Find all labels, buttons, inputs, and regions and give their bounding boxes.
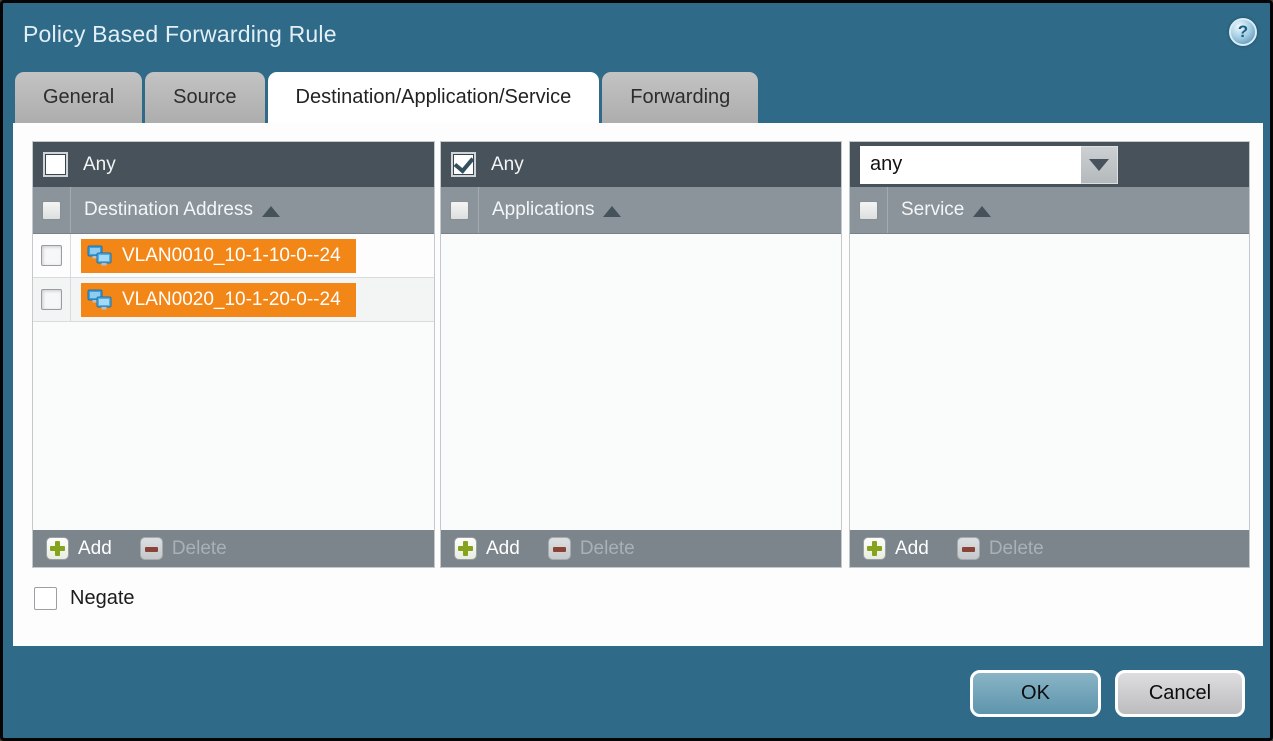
tab-source[interactable]: Source [145, 72, 264, 123]
service-dropdown-header: any [850, 142, 1249, 187]
tab-bar: General Source Destination/Application/S… [15, 72, 758, 123]
service-column-title: Service [901, 199, 964, 221]
service-select-all-checkbox[interactable] [859, 201, 878, 220]
add-button[interactable]: Add [454, 537, 520, 560]
network-address-icon [87, 288, 114, 312]
applications-column-title: Applications [492, 199, 594, 221]
add-icon [454, 537, 477, 560]
applications-column-header: Applications [441, 187, 841, 234]
destination-any-header: Any [33, 142, 434, 187]
page-title: Policy Based Forwarding Rule [23, 21, 337, 48]
destination-address-list: VLAN0010_10-1-10-0--24 [33, 234, 434, 530]
row-checkbox[interactable] [41, 289, 62, 310]
destination-address-item[interactable]: VLAN0010_10-1-10-0--24 [81, 239, 356, 273]
applications-footer: Add Delete [441, 530, 841, 567]
destination-address-label: VLAN0020_10-1-20-0--24 [122, 289, 341, 311]
sort-ascending-icon[interactable] [262, 206, 280, 217]
applications-list [441, 234, 841, 530]
applications-select-all-checkbox[interactable] [450, 201, 469, 220]
applications-any-checkbox[interactable] [451, 152, 476, 177]
service-list [850, 234, 1249, 530]
tab-forwarding[interactable]: Forwarding [602, 72, 758, 123]
delete-icon [548, 537, 571, 560]
tab-content: Any Destination Address [13, 123, 1263, 646]
cancel-button[interactable]: Cancel [1115, 670, 1245, 717]
tab-general[interactable]: General [15, 72, 142, 123]
delete-icon [957, 537, 980, 560]
applications-panel: Any Applications Add Delete [440, 141, 842, 568]
destination-address-label: VLAN0010_10-1-10-0--24 [122, 245, 341, 267]
table-row: VLAN0010_10-1-10-0--24 [33, 234, 434, 278]
destination-address-panel: Any Destination Address [32, 141, 435, 568]
delete-button[interactable]: Delete [548, 537, 635, 560]
service-type-dropdown[interactable]: any [860, 146, 1118, 184]
applications-any-header: Any [441, 142, 841, 187]
sort-ascending-icon[interactable] [973, 206, 991, 217]
row-checkbox[interactable] [41, 245, 62, 266]
add-icon [863, 537, 886, 560]
chevron-down-icon [1089, 159, 1109, 171]
destination-address-item[interactable]: VLAN0020_10-1-20-0--24 [81, 283, 356, 317]
help-icon[interactable]: ? [1229, 18, 1257, 46]
policy-based-forwarding-dialog: Policy Based Forwarding Rule ? General S… [0, 0, 1273, 741]
service-type-value[interactable]: any [860, 146, 1081, 184]
tab-destination-application-service[interactable]: Destination/Application/Service [268, 72, 600, 123]
dropdown-button[interactable] [1081, 146, 1118, 184]
delete-icon [140, 537, 163, 560]
table-row: VLAN0020_10-1-20-0--24 [33, 278, 434, 322]
destination-any-checkbox[interactable] [43, 152, 68, 177]
network-address-icon [87, 244, 114, 268]
destination-column-header: Destination Address [33, 187, 434, 234]
service-panel: any Service Add [849, 141, 1250, 568]
destination-footer: Add Delete [33, 530, 434, 567]
ok-button[interactable]: OK [970, 670, 1101, 717]
delete-button[interactable]: Delete [140, 537, 227, 560]
sort-ascending-icon[interactable] [603, 206, 621, 217]
applications-any-label: Any [491, 154, 524, 176]
destination-any-label: Any [83, 154, 116, 176]
service-footer: Add Delete [850, 530, 1249, 567]
add-button[interactable]: Add [46, 537, 112, 560]
delete-button[interactable]: Delete [957, 537, 1044, 560]
destination-select-all-checkbox[interactable] [42, 201, 61, 220]
negate-label: Negate [70, 587, 135, 610]
add-icon [46, 537, 69, 560]
add-button[interactable]: Add [863, 537, 929, 560]
service-column-header: Service [850, 187, 1249, 234]
destination-column-title: Destination Address [84, 199, 253, 221]
negate-checkbox[interactable] [34, 587, 57, 610]
negate-option: Negate [34, 587, 135, 610]
